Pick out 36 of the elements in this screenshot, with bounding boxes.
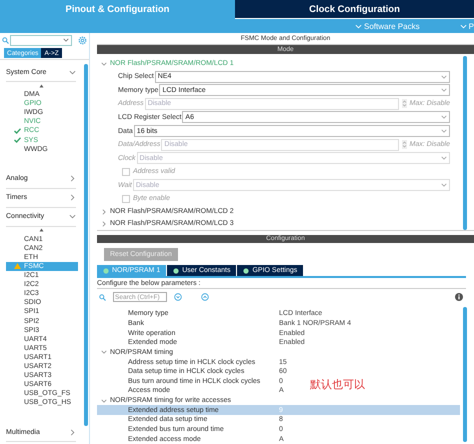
status-dot-icon [243, 268, 250, 274]
caret-icon [441, 155, 447, 162]
scrollbar[interactable] [84, 64, 88, 426]
chevron-down-icon [460, 22, 467, 30]
perspective-tab[interactable]: Clock Configuration [235, 0, 474, 18]
search-field[interactable] [10, 34, 72, 46]
expand-icon [101, 349, 107, 356]
chevron-right-icon [69, 428, 76, 436]
caret-icon [441, 74, 447, 80]
up-circle-icon[interactable] [201, 293, 209, 302]
sort-icon[interactable] [38, 84, 44, 88]
down-circle-icon[interactable] [174, 293, 182, 302]
settings-icon[interactable] [78, 36, 87, 44]
spinner-icon[interactable] [402, 140, 407, 150]
info-icon[interactable] [455, 293, 463, 302]
spinner-icon[interactable] [402, 99, 407, 108]
chevron-down-icon [69, 213, 76, 220]
caret-icon [441, 182, 447, 188]
caret-icon [63, 37, 69, 43]
search-icon [2, 36, 9, 44]
status-dot-icon [103, 268, 109, 274]
caret-icon [441, 128, 447, 134]
status-dot-icon [173, 268, 180, 274]
sort-icon[interactable] [38, 228, 44, 234]
chevron-right-icon [69, 194, 76, 202]
expand-icon [101, 398, 107, 404]
chevron-right-icon [69, 175, 76, 182]
expand-icon [101, 60, 107, 67]
chevron-down-icon [355, 22, 362, 30]
search-icon [99, 294, 106, 301]
annotation-text: 默认也可以 [310, 378, 365, 392]
chevron-down-icon [69, 68, 76, 76]
scrollbar[interactable] [463, 307, 467, 442]
caret-icon [441, 87, 447, 94]
caret-icon [441, 114, 447, 120]
scrollbar[interactable] [463, 56, 467, 230]
